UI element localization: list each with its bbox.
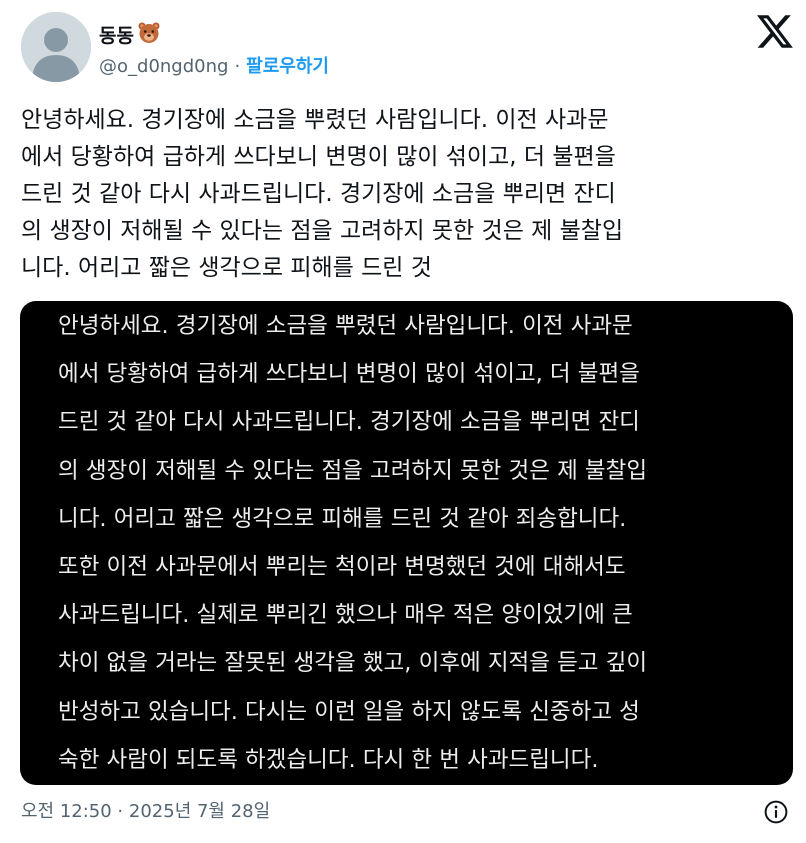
info-icon[interactable] xyxy=(763,799,789,825)
author-name-line[interactable]: 동동 xyxy=(99,20,161,51)
author-handle[interactable]: @o_d0ngd0ng xyxy=(99,55,228,79)
tweet-media-image[interactable]: 안녕하세요. 경기장에 소금을 뿌렸던 사람입니다. 이전 사과문 에서 당황하… xyxy=(20,301,793,785)
media-image-text: 안녕하세요. 경기장에 소금을 뿌렸던 사람입니다. 이전 사과문 에서 당황하… xyxy=(58,313,648,773)
separator-dot: · xyxy=(234,56,241,77)
tweet-timestamp[interactable]: 오전 12:50 · 2025년 7월 28일 xyxy=(21,800,270,824)
avatar[interactable] xyxy=(21,12,91,82)
tweet-text: 안녕하세요. 경기장에 소금을 뿌렸던 사람입니다. 이전 사과문 에서 당황하… xyxy=(21,107,624,281)
default-avatar-icon xyxy=(21,12,91,82)
bear-face-icon xyxy=(137,20,161,51)
x-logo-icon[interactable] xyxy=(757,15,793,48)
follow-button[interactable]: 팔로우하기 xyxy=(246,55,329,79)
author-handle-line: @o_d0ngd0ng · 팔로우하기 xyxy=(99,55,329,79)
author-display-name[interactable]: 동동 xyxy=(99,23,134,49)
